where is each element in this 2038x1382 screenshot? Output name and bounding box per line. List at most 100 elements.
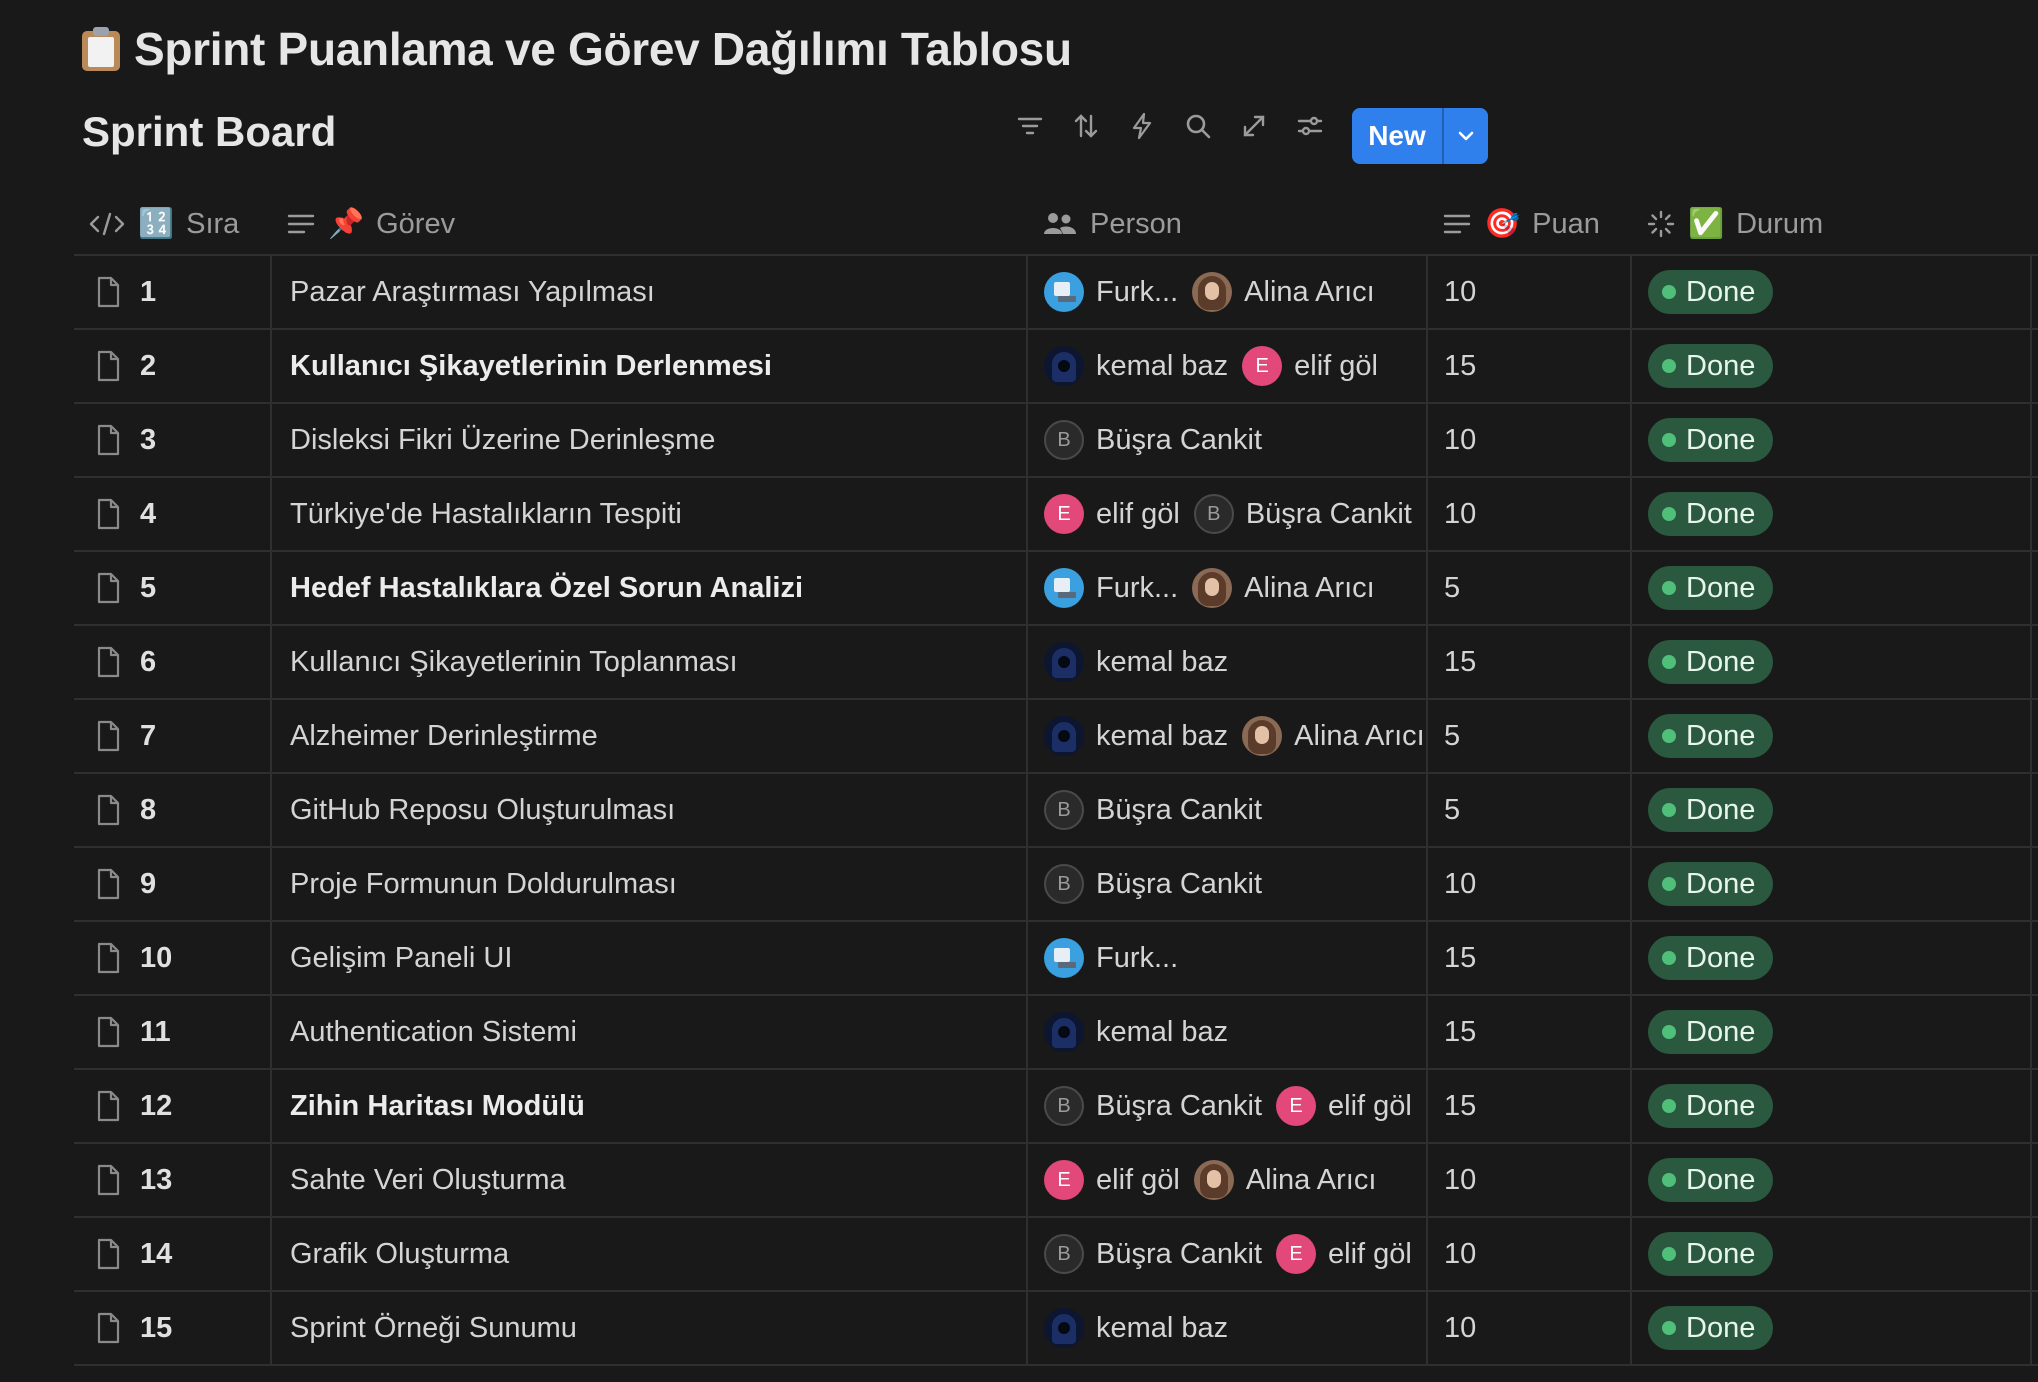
table-row[interactable]: 4 Türkiye'de Hastalıkların Tespiti E eli… [74, 478, 2038, 552]
person-chip[interactable]: Alina Arıcı [1242, 716, 1425, 756]
person-chip[interactable]: B Büşra Cankit [1193, 494, 1412, 534]
sort-icon[interactable] [1068, 108, 1104, 144]
cell-durum[interactable]: Done [1648, 996, 2028, 1068]
person-chip[interactable]: Alina Arıcı [1192, 272, 1375, 312]
person-chip[interactable]: B Büşra Cankit [1044, 1234, 1262, 1274]
cell-gorev[interactable]: Zihin Haritası Modülü [290, 1070, 1020, 1142]
cell-puan[interactable]: 5 [1444, 774, 1624, 846]
table-row[interactable]: 5 Hedef Hastalıklara Özel Sorun Analizi … [74, 552, 2038, 626]
expand-icon[interactable] [1236, 108, 1272, 144]
person-chip[interactable]: E elif göl [1276, 1086, 1412, 1126]
cell-puan[interactable]: 5 [1444, 700, 1624, 772]
status-badge[interactable]: Done [1648, 1306, 1774, 1350]
table-row[interactable]: 10 Gelişim Paneli UI Furk... 15 Done [74, 922, 2038, 996]
status-badge[interactable]: Done [1648, 270, 1774, 314]
board-title[interactable]: Sprint Board [82, 108, 336, 156]
table-row[interactable]: 8 GitHub Reposu Oluşturulması B Büşra Ca… [74, 774, 2038, 848]
cell-gorev[interactable]: Proje Formunun Doldurulması [290, 848, 1020, 920]
cell-puan[interactable]: 5 [1444, 552, 1624, 624]
table-row[interactable]: 13 Sahte Veri Oluşturma E elif göl Alina… [74, 1144, 2038, 1218]
cell-person[interactable]: kemal baz [1044, 996, 1446, 1068]
cell-puan[interactable]: 10 [1444, 1292, 1624, 1364]
column-header-sira[interactable]: 🔢 Sıra [88, 194, 239, 254]
search-icon[interactable] [1180, 108, 1216, 144]
cell-person[interactable]: E elif göl Alina Arıcı [1044, 1144, 1446, 1216]
cell-puan[interactable]: 15 [1444, 996, 1624, 1068]
status-badge[interactable]: Done [1648, 344, 1774, 388]
cell-gorev[interactable]: Türkiye'de Hastalıkların Tespiti [290, 478, 1020, 550]
cell-durum[interactable]: Done [1648, 626, 2028, 698]
status-badge[interactable]: Done [1648, 640, 1774, 684]
person-chip[interactable]: E elif göl [1044, 494, 1180, 534]
person-chip[interactable]: B Büşra Cankit [1044, 790, 1262, 830]
status-badge[interactable]: Done [1648, 1010, 1774, 1054]
person-chip[interactable]: B Büşra Cankit [1044, 420, 1262, 460]
status-badge[interactable]: Done [1648, 862, 1774, 906]
automation-bolt-icon[interactable] [1124, 108, 1160, 144]
cell-durum[interactable]: Done [1648, 1070, 2028, 1142]
cell-gorev[interactable]: Kullanıcı Şikayetlerinin Derlenmesi [290, 330, 1020, 402]
cell-person[interactable]: kemal baz [1044, 626, 1446, 698]
cell-puan[interactable]: 15 [1444, 330, 1624, 402]
table-row[interactable]: 3 Disleksi Fikri Üzerine Derinleşme B Bü… [74, 404, 2038, 478]
person-chip[interactable]: kemal baz [1044, 346, 1228, 386]
table-row[interactable]: 14 Grafik Oluşturma B Büşra Cankit E eli… [74, 1218, 2038, 1292]
cell-puan[interactable]: 10 [1444, 848, 1624, 920]
status-badge[interactable]: Done [1648, 714, 1774, 758]
person-chip[interactable]: E elif göl [1044, 1160, 1180, 1200]
status-badge[interactable]: Done [1648, 1158, 1774, 1202]
cell-durum[interactable]: Done [1648, 922, 2028, 994]
column-header-person[interactable]: Person [1042, 194, 1182, 254]
person-chip[interactable]: kemal baz [1044, 716, 1228, 756]
person-chip[interactable]: Alina Arıcı [1193, 1160, 1376, 1200]
person-chip[interactable]: Alina Arıcı [1192, 568, 1375, 608]
cell-gorev[interactable]: Grafik Oluşturma [290, 1218, 1020, 1290]
table-row[interactable]: 1 Pazar Araştırması Yapılması Furk... Al… [74, 256, 2038, 330]
cell-person[interactable]: kemal baz Alina Arıcı [1044, 700, 1446, 772]
cell-gorev[interactable]: Alzheimer Derinleştirme [290, 700, 1020, 772]
cell-person[interactable]: B Büşra Cankit [1044, 404, 1446, 476]
cell-gorev[interactable]: Sprint Örneği Sunumu [290, 1292, 1020, 1364]
cell-durum[interactable]: Done [1648, 404, 2028, 476]
cell-person[interactable]: Furk... [1044, 922, 1446, 994]
person-chip[interactable]: Furk... [1044, 568, 1178, 608]
person-chip[interactable]: kemal baz [1044, 1308, 1228, 1348]
cell-puan[interactable]: 10 [1444, 404, 1624, 476]
table-row[interactable]: 6 Kullanıcı Şikayetlerinin Toplanması ke… [74, 626, 2038, 700]
cell-puan[interactable]: 10 [1444, 478, 1624, 550]
cell-durum[interactable]: Done [1648, 256, 2028, 328]
cell-person[interactable]: B Büşra Cankit E elif göl [1044, 1070, 1446, 1142]
table-row[interactable]: 7 Alzheimer Derinleştirme kemal baz Alin… [74, 700, 2038, 774]
cell-gorev[interactable]: Pazar Araştırması Yapılması [290, 256, 1020, 328]
cell-durum[interactable]: Done [1648, 1218, 2028, 1290]
column-header-puan[interactable]: 🎯 Puan [1442, 194, 1600, 254]
cell-gorev[interactable]: Authentication Sistemi [290, 996, 1020, 1068]
cell-person[interactable]: Furk... Alina Arıcı [1044, 256, 1446, 328]
status-badge[interactable]: Done [1648, 492, 1774, 536]
status-badge[interactable]: Done [1648, 788, 1774, 832]
cell-gorev[interactable]: Kullanıcı Şikayetlerinin Toplanması [290, 626, 1020, 698]
cell-gorev[interactable]: Disleksi Fikri Üzerine Derinleşme [290, 404, 1020, 476]
chevron-down-icon[interactable] [1444, 108, 1488, 164]
cell-person[interactable]: B Büşra Cankit E elif göl [1044, 1218, 1446, 1290]
cell-gorev[interactable]: Gelişim Paneli UI [290, 922, 1020, 994]
settings-sliders-icon[interactable] [1292, 108, 1328, 144]
table-row[interactable]: 9 Proje Formunun Doldurulması B Büşra Ca… [74, 848, 2038, 922]
status-badge[interactable]: Done [1648, 418, 1774, 462]
person-chip[interactable]: B Büşra Cankit [1044, 864, 1262, 904]
filter-icon[interactable] [1012, 108, 1048, 144]
person-chip[interactable]: kemal baz [1044, 1012, 1228, 1052]
cell-person[interactable]: B Büşra Cankit [1044, 848, 1446, 920]
cell-durum[interactable]: Done [1648, 330, 2028, 402]
column-header-gorev[interactable]: 📌 Görev [286, 194, 455, 254]
cell-person[interactable]: B Büşra Cankit [1044, 774, 1446, 846]
cell-gorev[interactable]: GitHub Reposu Oluşturulması [290, 774, 1020, 846]
person-chip[interactable]: Furk... [1044, 272, 1178, 312]
status-badge[interactable]: Done [1648, 566, 1774, 610]
person-chip[interactable]: B Büşra Cankit [1044, 1086, 1262, 1126]
cell-puan[interactable]: 15 [1444, 626, 1624, 698]
cell-durum[interactable]: Done [1648, 1144, 2028, 1216]
cell-person[interactable]: kemal baz [1044, 1292, 1446, 1364]
cell-durum[interactable]: Done [1648, 478, 2028, 550]
cell-puan[interactable]: 10 [1444, 256, 1624, 328]
